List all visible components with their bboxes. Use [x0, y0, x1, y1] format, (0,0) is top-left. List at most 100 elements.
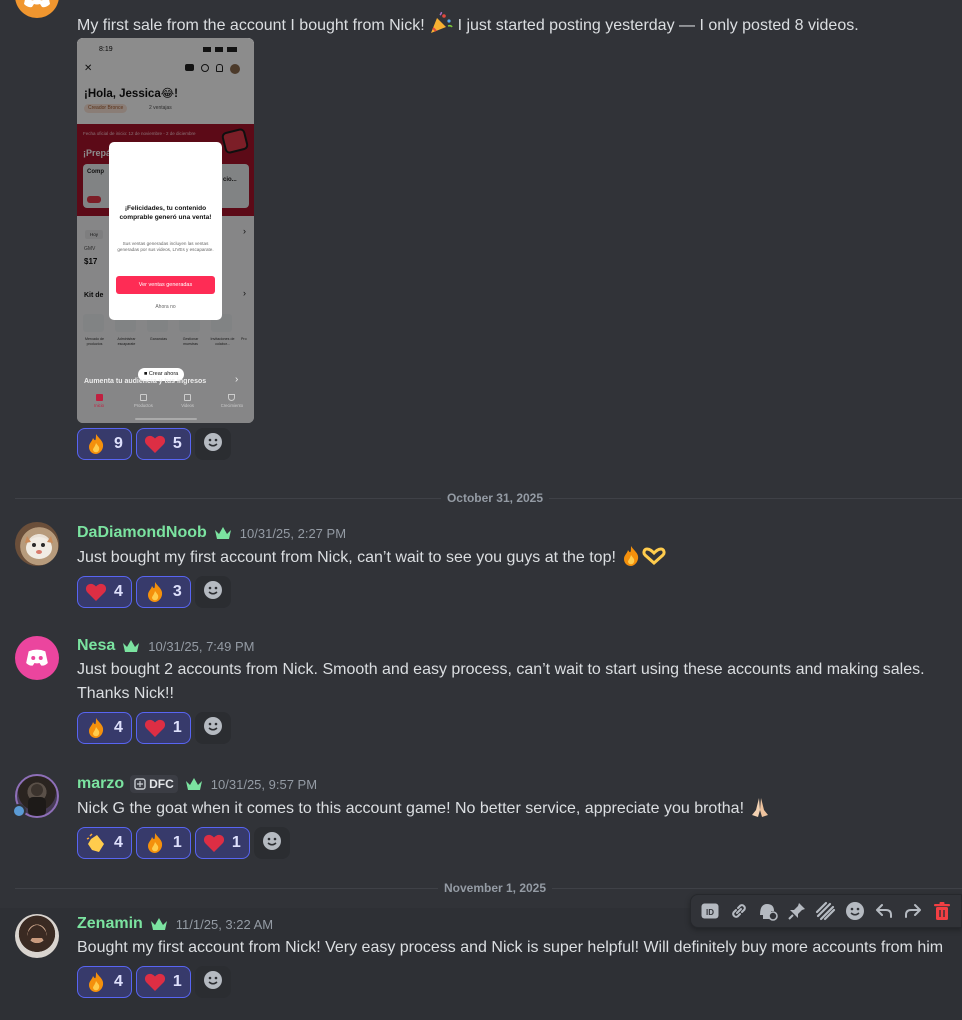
reaction-fire[interactable]: 1	[135, 827, 191, 859]
username[interactable]: DaDiamondNoob	[77, 524, 207, 542]
message-nesa: Nesa 10/31/25, 7:49 PM Just bought 2 acc…	[0, 634, 962, 746]
reaction-fire[interactable]: 3	[135, 576, 191, 608]
message-dadiamondnoob: DaDiamondNoob 10/31/25, 2:27 PM Just bou…	[0, 520, 962, 610]
message-text: Nick G the goat when it comes to this ac…	[77, 796, 952, 821]
modal-body: Sus ventas generadas incluyen las ventas…	[117, 241, 214, 252]
reaction-heart[interactable]: 5	[135, 428, 191, 460]
clap-icon	[84, 831, 108, 855]
reaction-count: 4	[114, 973, 123, 990]
username[interactable]: Zenamin	[77, 915, 143, 933]
reaction-count: 4	[114, 719, 123, 736]
videos-icon[interactable]	[184, 394, 192, 401]
server-tag[interactable]: DFC	[130, 775, 178, 793]
reaction-fire[interactable]: 9	[77, 428, 132, 460]
svg-text:ID: ID	[706, 908, 714, 917]
reaction-heart[interactable]: 1	[194, 827, 250, 859]
app-id-icon[interactable]: ID	[698, 899, 722, 923]
crown-icon	[123, 640, 140, 652]
dismiss-button[interactable]: Ahora no	[116, 304, 215, 310]
fire-icon	[143, 831, 167, 855]
reaction-bar: 9 5	[77, 428, 231, 460]
party-popper-emoji	[429, 11, 453, 34]
add-reaction-icon	[203, 580, 223, 605]
praying-hands-emoji	[748, 796, 772, 818]
add-reaction-icon	[203, 970, 223, 995]
reaction-bar: 4 1 1	[77, 827, 952, 859]
date-divider: November 1, 2025	[0, 881, 962, 895]
timestamp[interactable]: 11/1/25, 3:22 AM	[176, 917, 273, 932]
date-divider: October 31, 2025	[0, 491, 962, 505]
discord-logo-icon	[26, 649, 48, 666]
reaction-heart[interactable]: 1	[135, 966, 191, 998]
add-reaction-icon	[203, 432, 223, 457]
message-text-part-2: I just started posting yesterday — I onl…	[453, 17, 859, 34]
heart-hands-emoji	[642, 545, 666, 567]
success-modal: ¡Felicidades, tu contenido comprable gen…	[109, 142, 222, 320]
add-reaction-icon	[203, 716, 223, 741]
reaction-bar: 4 1	[77, 712, 952, 744]
home-icon[interactable]	[95, 394, 103, 401]
forward-icon[interactable]	[814, 899, 838, 923]
reaction-count: 3	[172, 583, 182, 600]
delete-icon[interactable]	[930, 899, 954, 923]
reaction-clap[interactable]: 4	[77, 827, 132, 859]
reaction-count: 1	[172, 973, 182, 990]
reply-icon[interactable]	[872, 899, 896, 923]
reaction-bar: 4 1	[77, 966, 952, 998]
add-reaction-button[interactable]	[253, 827, 290, 859]
username[interactable]: Nesa	[77, 637, 115, 655]
create-now-label: Crear ahora	[148, 371, 179, 377]
message-action-toolbar: ID	[690, 894, 962, 928]
reaction-fire[interactable]: 4	[77, 966, 132, 998]
add-reaction-icon[interactable]	[843, 899, 867, 923]
fire-icon	[84, 716, 108, 740]
avatar[interactable]	[15, 0, 59, 18]
message-body: Just bought my first account from Nick, …	[77, 549, 621, 566]
message-marzo: marzo DFC 10/31/25, 9:57 PM Nick G the g…	[0, 772, 962, 862]
heart-icon	[143, 716, 167, 740]
nav-inicio[interactable]: Inicio	[94, 403, 104, 408]
reaction-count: 9	[114, 435, 123, 452]
avatar[interactable]	[15, 636, 59, 680]
heart-icon	[143, 970, 167, 994]
date-divider-label: November 1, 2025	[437, 881, 553, 895]
crown-icon	[150, 918, 167, 930]
timestamp[interactable]: 10/31/25, 7:49 PM	[148, 639, 254, 654]
home-indicator	[135, 418, 197, 420]
avatar[interactable]	[15, 914, 59, 958]
add-reaction-button[interactable]	[194, 576, 231, 608]
view-sales-button[interactable]: Ver ventas generadas	[116, 276, 215, 294]
reaction-count: 5	[172, 435, 182, 452]
reaction-bar: 4 3	[77, 576, 952, 608]
reaction-heart[interactable]: 4	[77, 576, 132, 608]
pin-icon[interactable]	[785, 899, 809, 923]
timestamp[interactable]: 10/31/25, 9:57 PM	[211, 777, 317, 792]
avatar[interactable]	[15, 522, 59, 566]
nav-videos[interactable]: Videos	[181, 403, 194, 408]
chevron-right-icon: ›	[235, 374, 239, 385]
heart-icon	[202, 831, 226, 855]
thread-icon[interactable]	[756, 899, 780, 923]
copy-link-icon[interactable]	[727, 899, 751, 923]
avatar-decoration-icon	[12, 804, 26, 818]
share-icon[interactable]	[901, 899, 925, 923]
message-first-sale: My first sale from the account I bought …	[0, 0, 962, 470]
fire-emoji	[620, 545, 642, 567]
nav-productos[interactable]: Productos	[134, 403, 153, 408]
nav-crecimiento[interactable]: Crecimiento	[221, 403, 243, 408]
reaction-fire[interactable]: 4	[77, 712, 132, 744]
message-text-part-1: My first sale from the account I bought …	[77, 17, 430, 34]
reaction-count: 4	[114, 834, 123, 851]
message-body: Nick G the goat when it comes to this ac…	[77, 800, 749, 817]
add-reaction-button[interactable]	[194, 712, 231, 744]
timestamp[interactable]: 10/31/25, 2:27 PM	[240, 526, 346, 541]
growth-icon[interactable]	[228, 394, 236, 401]
username[interactable]: marzo	[77, 775, 124, 793]
add-reaction-button[interactable]	[194, 428, 231, 460]
crown-icon	[214, 527, 231, 539]
reaction-heart[interactable]: 1	[135, 712, 191, 744]
products-icon[interactable]	[139, 394, 147, 401]
attachment-screenshot[interactable]: 8:19 ✕ ¡Hola, Jessica😂! Creador Bronce 2…	[77, 38, 254, 423]
add-reaction-button[interactable]	[194, 966, 231, 998]
fire-icon	[84, 432, 108, 456]
